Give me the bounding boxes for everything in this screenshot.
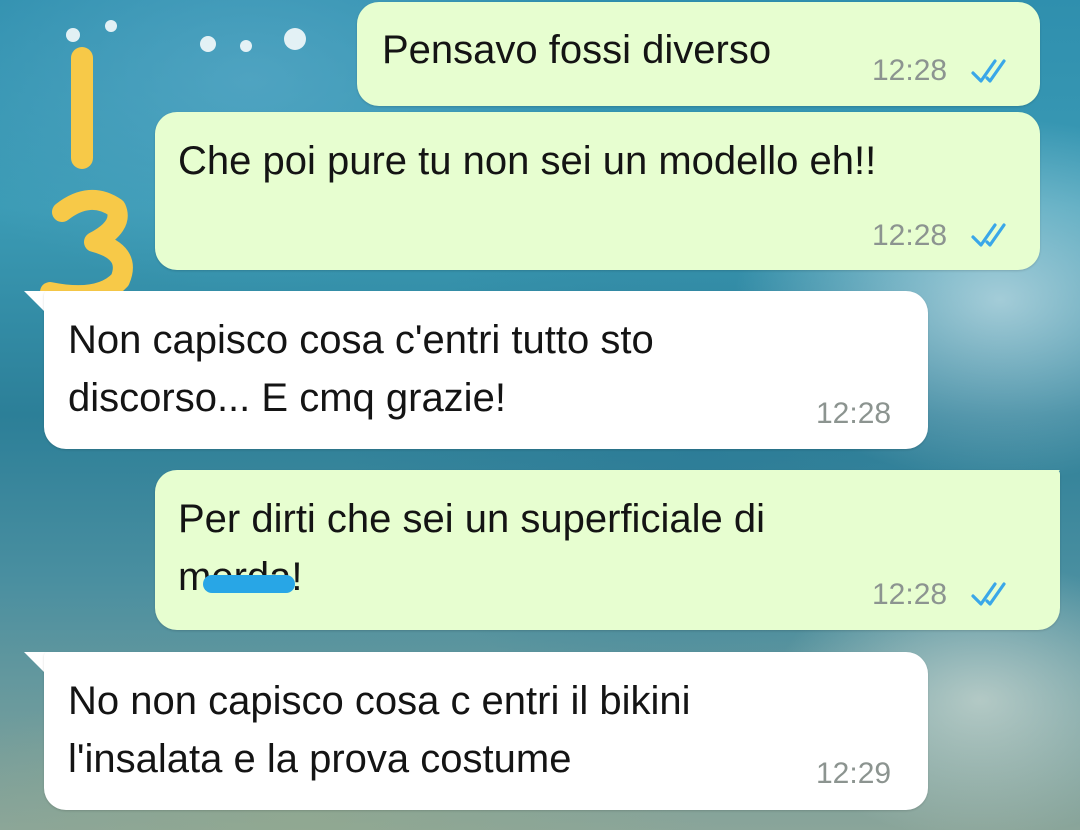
message-timestamp: 12:28 — [816, 397, 892, 430]
message-timestamp: 12:29 — [816, 757, 892, 790]
message-text: Non capisco cosa c'entri tutto sto disco… — [68, 318, 654, 420]
redaction-mark — [203, 575, 295, 593]
message-timestamp: 12:28 — [872, 578, 948, 611]
background-sparkle — [284, 28, 306, 50]
read-double-check-icon — [971, 223, 1006, 247]
message-text: Pensavo fossi diverso — [382, 28, 772, 72]
message-text: Che poi pure tu non sei un modello eh!! — [178, 139, 877, 183]
handwritten-annotation — [40, 47, 133, 306]
message-timestamp: 12:28 — [872, 54, 948, 87]
message-timestamp: 12:28 — [872, 219, 948, 252]
read-double-check-icon — [971, 582, 1006, 606]
read-double-check-icon — [971, 59, 1006, 83]
message-text: No non capisco cosa c entri il bikini l'… — [68, 679, 691, 781]
background-sparkle — [240, 40, 252, 52]
background-sparkle — [200, 36, 216, 52]
background-sparkle — [105, 20, 117, 32]
